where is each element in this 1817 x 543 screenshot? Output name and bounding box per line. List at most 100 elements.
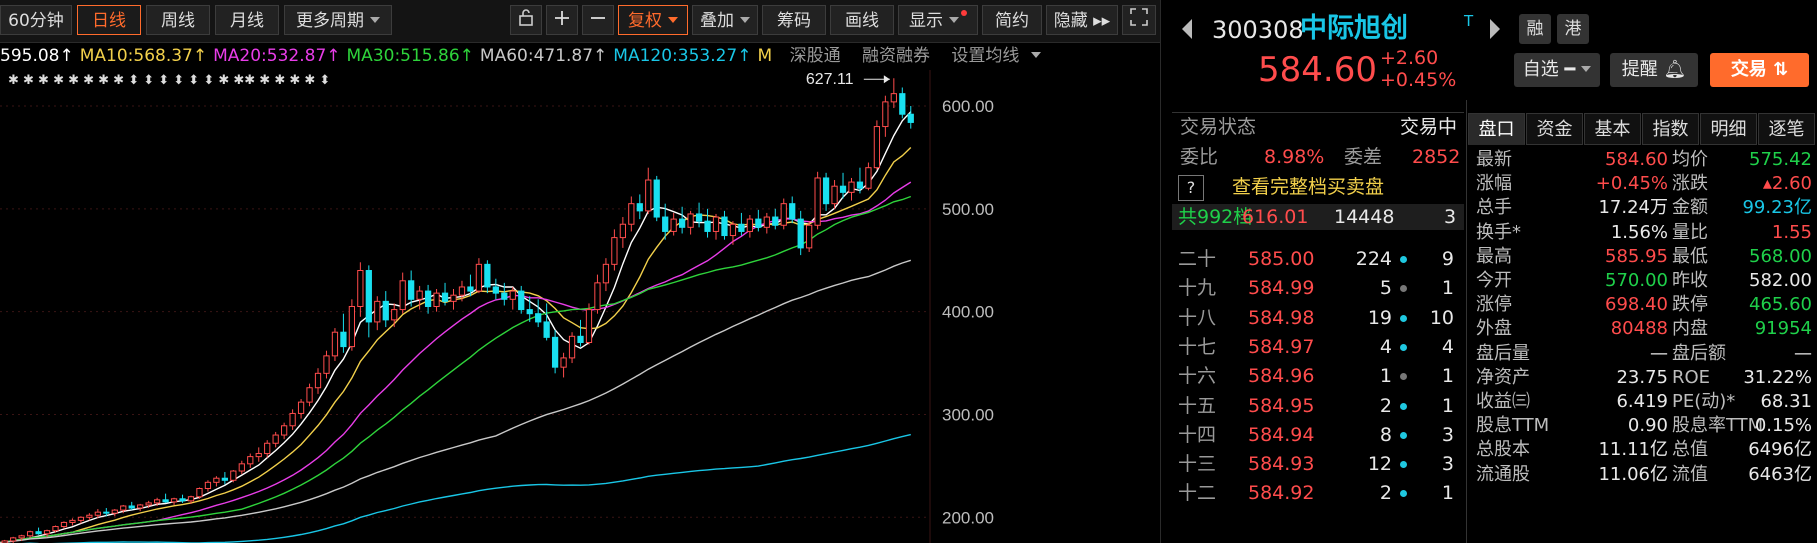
candle-body — [653, 179, 660, 218]
tab-0[interactable]: 盘口 — [1468, 113, 1525, 145]
order-level-row[interactable]: 十八 584.98 19 10 — [1172, 305, 1464, 333]
candle-body — [247, 456, 254, 465]
draw-line-button[interactable]: 画线 — [830, 5, 894, 35]
hide-panel-button[interactable]: 隐藏 ▸▸ — [1046, 5, 1118, 35]
stat-value: 0.15% — [1754, 415, 1812, 437]
candle-body — [602, 263, 610, 284]
candle-body — [238, 463, 245, 472]
candle-body — [382, 300, 389, 321]
trade-button[interactable]: 交易 ⇅ — [1710, 53, 1809, 87]
candle-body — [619, 223, 626, 239]
order-diff-value: 2852 — [1412, 146, 1461, 168]
watchlist-label: 自选 — [1522, 59, 1559, 80]
candle-body — [18, 535, 25, 539]
price-change-pct: +0.45% — [1380, 69, 1457, 91]
zoom-in-plus-icon[interactable] — [546, 5, 578, 35]
period-month-button[interactable]: 月线 — [215, 5, 279, 35]
level-label: 十八 — [1178, 306, 1217, 329]
candlestick-chart[interactable]: 600.00 500.00 400.00 300.00 200.00 ✱ ✱ ✱ ✱ ✱ … — [0, 70, 1160, 543]
candle-body — [907, 113, 914, 123]
stock-t-tag: T — [1464, 12, 1474, 30]
order-level-row[interactable]: 十九 584.99 5 1 — [1172, 275, 1464, 303]
chevron-down-icon — [1575, 59, 1591, 80]
fullscreen-icon[interactable] — [1122, 5, 1156, 35]
level-volume: 2 — [1379, 394, 1392, 417]
stat-value: 31.22% — [1743, 366, 1812, 388]
stat-label: 今开 — [1476, 270, 1512, 291]
period-day-button[interactable]: 日线 — [77, 5, 141, 35]
candle-body — [314, 372, 322, 389]
order-level-row[interactable]: 十五 584.95 2 1 — [1172, 393, 1464, 421]
level-price: 584.93 — [1248, 453, 1315, 476]
y-tick-label: 300.00 — [942, 405, 994, 424]
tab-3[interactable]: 指数 — [1642, 113, 1699, 145]
ma-settings-label: 设置均线 — [951, 46, 1020, 66]
stat-value: 698.40 — [1605, 294, 1668, 316]
level-price: 584.97 — [1248, 335, 1315, 358]
candle-body — [94, 511, 101, 516]
y-tick-label: 500.00 — [942, 200, 994, 219]
zoom-out-minus-icon[interactable] — [582, 5, 614, 35]
order-level-row[interactable]: 二十 585.00 224 9 — [1172, 246, 1464, 274]
help-icon[interactable]: ? — [1178, 175, 1204, 201]
northbound-link[interactable]: 深股通 — [790, 46, 841, 66]
full-book-link[interactable]: 查看完整档买卖盘 — [1232, 174, 1384, 200]
order-level-row[interactable]: 十七 584.97 4 4 — [1172, 334, 1464, 362]
tab-1[interactable]: 资金 — [1526, 113, 1583, 145]
period-60min-button[interactable]: 60分钟 — [0, 5, 72, 35]
level-count: 9 — [1441, 248, 1454, 270]
candle-body — [103, 511, 110, 514]
ma-legend-items: 595.08↑ MA10:568.37↑ MA20:532.87↑ MA30:515.… — [0, 46, 778, 66]
candle-body — [890, 93, 897, 103]
candle-body — [408, 280, 415, 300]
next-stock-icon[interactable] — [1488, 18, 1502, 40]
candle-body — [424, 290, 432, 307]
prev-stock-icon[interactable] — [1180, 18, 1194, 40]
candle-body — [441, 292, 449, 302]
candle-body — [433, 292, 440, 308]
level-count: 3 — [1441, 423, 1454, 446]
alert-button[interactable]: 提醒 🔔︎ — [1610, 53, 1698, 87]
tab-2[interactable]: 基本 — [1584, 113, 1641, 145]
adjust-rights-dropdown[interactable]: 复权 — [618, 5, 688, 35]
more-periods-dropdown[interactable]: 更多周期 — [284, 5, 392, 35]
overlay-dropdown[interactable]: 叠加 — [692, 5, 758, 35]
candle-body — [594, 282, 601, 311]
order-level-row[interactable]: 十六 584.96 1 1 — [1172, 363, 1464, 391]
margin-badge: 融 — [1519, 14, 1551, 44]
order-level-row[interactable]: 十二 584.92 2 1 — [1172, 480, 1464, 508]
candle-body — [10, 537, 17, 542]
order-level-row[interactable]: 十四 584.94 8 3 — [1172, 422, 1464, 450]
chips-button[interactable]: 筹码 — [762, 5, 826, 35]
tab-5[interactable]: 逐笔 — [1758, 113, 1815, 145]
candle-body — [221, 477, 228, 481]
lock-icon[interactable] — [510, 5, 542, 35]
level-price: 584.92 — [1248, 482, 1315, 505]
candle-body — [535, 313, 542, 323]
order-level-row[interactable]: 十三 584.93 12 3 — [1172, 451, 1464, 479]
margin-trading-link[interactable]: 融资融券 — [862, 46, 930, 66]
level-price: 584.98 — [1248, 306, 1315, 329]
stat-value: ▴2.60 — [1762, 173, 1812, 195]
candle-body — [865, 167, 872, 189]
notification-dot-icon — [961, 10, 967, 16]
trade-label: 交易 — [1730, 59, 1767, 80]
candle-body — [526, 309, 533, 315]
level-volume: 224 — [1355, 248, 1392, 270]
stat-value: 584.60 — [1605, 149, 1668, 170]
period-week-button[interactable]: 周线 — [146, 5, 210, 35]
candle-body — [60, 521, 68, 528]
display-dropdown[interactable]: 显示 — [898, 5, 978, 35]
tab-4[interactable]: 明细 — [1700, 113, 1757, 145]
level-volume: 19 — [1367, 306, 1392, 329]
high-price-annotation: 627.11 — [806, 71, 854, 88]
candle-body — [772, 216, 779, 226]
candle-body — [331, 331, 339, 357]
candle-body — [43, 530, 51, 535]
stat-value: — — [1794, 342, 1812, 364]
stat-label: 最高 — [1476, 245, 1512, 267]
watchlist-dropdown[interactable]: 自选 ━ — [1514, 53, 1600, 87]
panel-divider[interactable] — [1160, 0, 1171, 543]
simple-mode-button[interactable]: 简约 — [982, 5, 1042, 35]
ma-settings-link[interactable]: 设置均线 — [951, 46, 1047, 66]
